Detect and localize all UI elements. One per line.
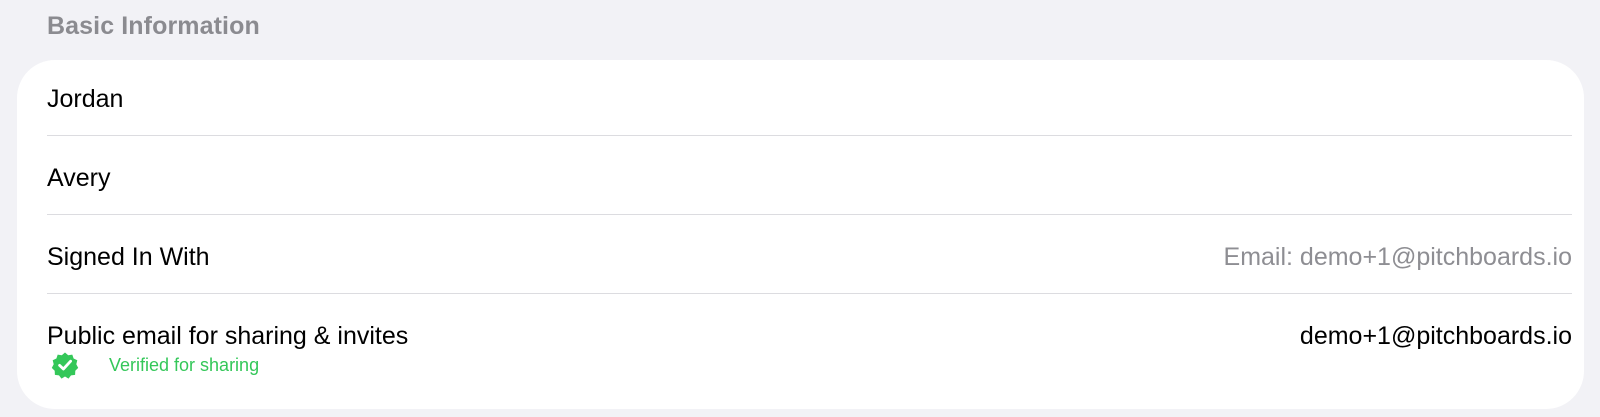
verified-status: Verified for sharing <box>51 351 259 379</box>
section-title: Basic Information <box>47 12 260 40</box>
basic-information-card: Jordan Avery Signed In With Email: demo+… <box>17 60 1584 409</box>
verified-label: Verified for sharing <box>109 354 260 375</box>
divider <box>47 135 1572 136</box>
public-email-label: Public email for sharing & invites <box>47 321 409 350</box>
public-email-value: demo+1@pitchboards.io <box>1299 321 1572 350</box>
divider <box>47 293 1572 294</box>
first-name-row[interactable]: Jordan <box>47 78 1572 120</box>
signed-in-with-label: Signed In With <box>47 242 210 271</box>
last-name-value: Avery <box>47 163 111 192</box>
signed-in-with-value: Email: demo+1@pitchboards.io <box>1223 242 1572 271</box>
verified-badge-icon <box>51 352 79 379</box>
first-name-value: Jordan <box>47 84 124 113</box>
public-email-row[interactable]: Public email for sharing & invites demo+… <box>47 315 1572 357</box>
last-name-row[interactable]: Avery <box>47 157 1572 199</box>
signed-in-with-row: Signed In With Email: demo+1@pitchboards… <box>47 236 1572 278</box>
divider <box>47 214 1572 215</box>
